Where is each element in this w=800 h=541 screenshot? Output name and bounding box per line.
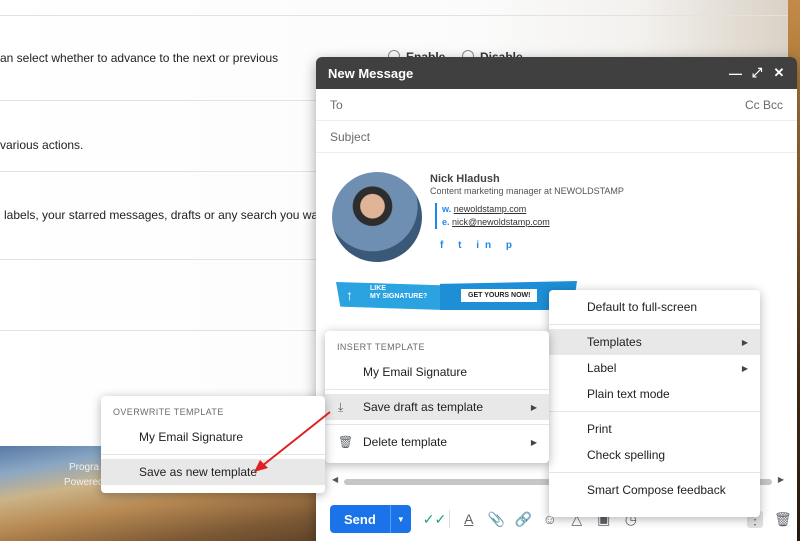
menu-item-overwrite-my-email-signature[interactable]: My Email Signature — [101, 424, 325, 450]
send-button-group: Send ▼ — [330, 505, 411, 533]
settings-row-text: labels, your starred messages, drafts or… — [4, 208, 332, 222]
menu-item-check-spelling[interactable]: Check spelling — [549, 442, 760, 468]
cc-bcc-link[interactable]: Cc Bcc — [745, 98, 783, 112]
menu-divider — [325, 389, 549, 390]
send-button[interactable]: Send — [330, 505, 390, 533]
signature-role: Content marketing manager at NEWOLDSTAMP — [430, 186, 624, 196]
menu-item-delete-template[interactable]: 🗑 Delete template ▶ — [325, 429, 549, 455]
menu-item-save-draft-as-template[interactable]: ⤓ Save draft as template ▶ — [325, 394, 549, 420]
signature-website-link[interactable]: newoldstamp.com — [454, 204, 527, 214]
minimize-icon[interactable]: — — [729, 66, 742, 81]
menu-item-print[interactable]: Print — [549, 416, 760, 442]
menu-item-smart-compose-feedback[interactable]: Smart Compose feedback — [549, 477, 760, 503]
menu-divider — [101, 454, 325, 455]
signature-name: Nick Hladush — [430, 173, 500, 185]
trash-icon[interactable]: 🗑 — [774, 511, 792, 528]
menu-item-my-email-signature[interactable]: My Email Signature — [325, 359, 549, 385]
expand-icon[interactable]: ⤢ — [751, 65, 763, 81]
signature-banner[interactable]: ↑ LIKE MY SIGNATURE? GET YOURS NOW! — [336, 278, 577, 310]
templates-submenu: INSERT TEMPLATE My Email Signature ⤓ Sav… — [325, 331, 549, 463]
scroll-left-icon[interactable]: ◀ — [332, 475, 338, 484]
insert-template-header: INSERT TEMPLATE — [337, 342, 425, 352]
menu-item-label[interactable]: Label ▶ — [549, 355, 760, 381]
menu-divider — [549, 324, 760, 325]
to-field[interactable]: To Cc Bcc — [316, 89, 797, 121]
more-options-menu: Default to full-screen Templates ▶ Label ▶… — [549, 290, 760, 517]
download-tray-icon: ⤓ — [338, 399, 344, 414]
avatar — [332, 172, 422, 262]
chevron-right-icon: ▶ — [741, 363, 748, 373]
close-icon[interactable]: ✕ — [773, 65, 785, 81]
double-check-icon[interactable]: ✓✓ — [423, 511, 446, 528]
trash-icon: 🗑 — [338, 435, 354, 449]
footer-text: Powered — [64, 477, 104, 488]
menu-divider — [325, 424, 549, 425]
signature-email-link[interactable]: nick@newoldstamp.com — [452, 217, 550, 227]
menu-item-plain-text[interactable]: Plain text mode — [549, 381, 760, 407]
social-icons: f t in p — [440, 240, 518, 251]
compose-header: New Message — ⤢ ✕ — [316, 57, 797, 89]
pinterest-icon[interactable]: p — [506, 240, 518, 251]
chevron-right-icon: ▶ — [741, 337, 748, 347]
facebook-icon[interactable]: f — [440, 240, 449, 251]
email-signature: Nick Hladush Content marketing manager a… — [332, 172, 632, 272]
banner-cta: GET YOURS NOW! — [461, 289, 538, 302]
linkedin-icon[interactable]: in — [476, 240, 497, 251]
signature-links: w. newoldstamp.com e. nick@newoldstamp.c… — [435, 203, 550, 229]
compose-title: New Message — [328, 65, 414, 81]
subject-field[interactable]: Subject — [316, 121, 797, 153]
footer-text: Progra — [69, 462, 100, 473]
overwrite-template-header: OVERWRITE TEMPLATE — [113, 407, 224, 417]
settings-row-text: an select whether to advance to the next… — [0, 51, 279, 65]
subject-placeholder: Subject — [330, 129, 371, 144]
send-options-chevron-icon[interactable]: ▼ — [389, 505, 411, 533]
menu-divider — [549, 411, 760, 412]
overwrite-template-submenu: OVERWRITE TEMPLATE My Email Signature Sa… — [101, 396, 325, 493]
arrow-up-icon: ↑ — [346, 287, 353, 303]
chevron-right-icon: ▶ — [530, 402, 537, 412]
settings-row-text: various actions. — [0, 138, 84, 152]
settings-row-divider — [0, 15, 800, 16]
menu-item-default-fullscreen[interactable]: Default to full-screen — [549, 294, 760, 320]
banner-like-text: LIKE MY SIGNATURE? — [370, 285, 428, 300]
menu-item-templates[interactable]: Templates ▶ — [549, 329, 760, 355]
menu-divider — [549, 472, 760, 473]
toolbar-divider — [448, 510, 450, 528]
scroll-right-icon[interactable]: ▶ — [778, 475, 784, 484]
to-label: To — [330, 97, 343, 112]
menu-item-save-as-new-template[interactable]: Save as new template — [101, 459, 325, 485]
paperclip-icon[interactable]: 📎 — [488, 511, 505, 528]
chevron-right-icon: ▶ — [530, 437, 537, 447]
twitter-icon[interactable]: t — [458, 240, 467, 251]
text-format-icon[interactable]: A — [461, 511, 477, 527]
link-icon[interactable]: 🔗 — [515, 511, 532, 528]
